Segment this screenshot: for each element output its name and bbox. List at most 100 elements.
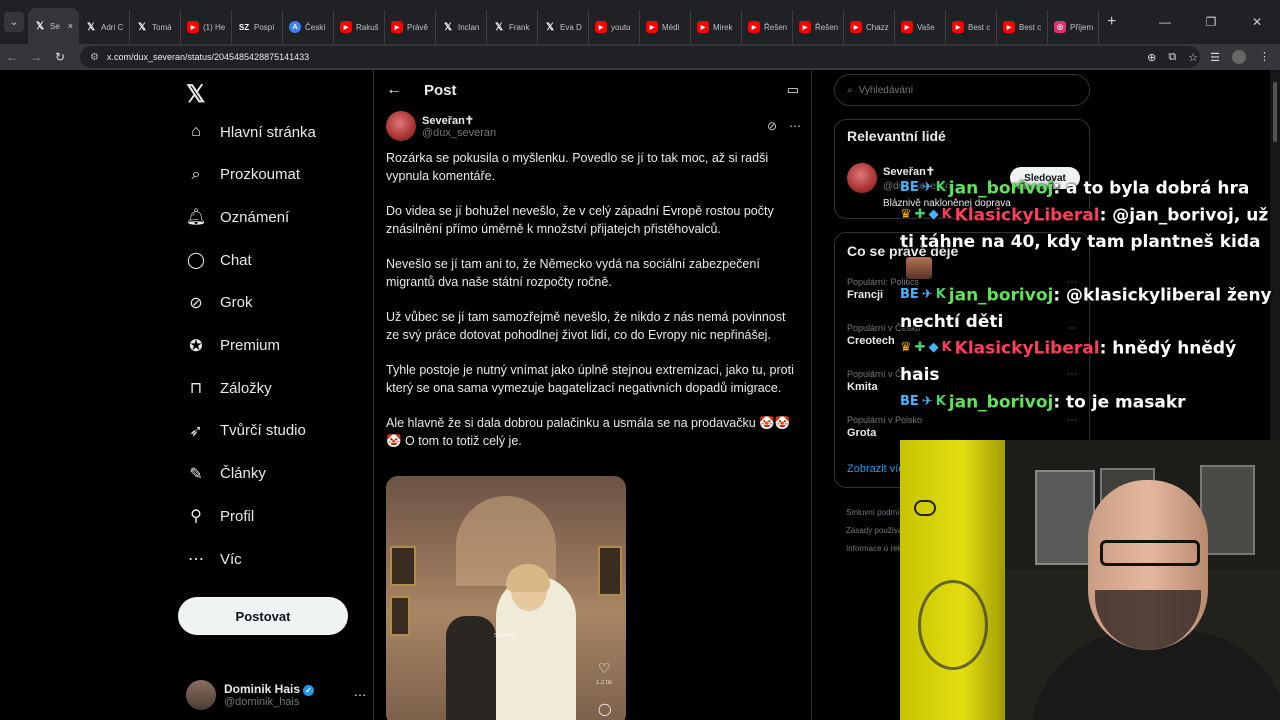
nav-item[interactable]: ⌂ Hlavní stránka	[186, 122, 316, 142]
maximize-button[interactable]: ❐	[1188, 15, 1234, 29]
browser-tab[interactable]: SZ Pospí	[232, 10, 283, 44]
url-field[interactable]: ⚙ x.com/dux_severan/status/2045485428875…	[80, 46, 1200, 68]
post-video[interactable]: s tema ♡ 1.2 tis ◯	[386, 476, 626, 720]
tab-label: Rakuš	[356, 22, 379, 32]
back-arrow-icon[interactable]: ←	[0, 50, 24, 64]
more-icon[interactable]: ⋯	[789, 119, 801, 133]
poster	[1035, 470, 1095, 565]
search-input[interactable]: ⌕ Vyhledávání	[834, 74, 1090, 106]
chat-badge-icon: ♛	[900, 340, 912, 356]
site-icon: SZ	[238, 22, 250, 32]
browser-tab[interactable]: ▶ Médi	[640, 10, 691, 44]
browser-tab[interactable]: 𝕏 Se ×	[28, 8, 79, 44]
browser-tab[interactable]: ▶ Chazz	[844, 10, 895, 44]
nav-item-label: Víc	[220, 550, 242, 568]
browser-tab[interactable]: ▶ Řešen	[793, 10, 844, 44]
post-button[interactable]: Postovat	[178, 597, 348, 635]
address-bar-row: ← → ↻ ⚙ x.com/dux_severan/status/2045485…	[0, 44, 1280, 70]
browser-tab[interactable]: ▶ Rakuš	[334, 10, 385, 44]
nav-item-label: Oznámení	[220, 208, 290, 226]
author-handle[interactable]: @dux_severan	[422, 127, 496, 139]
nav-item[interactable]: 🔔︎ Oznámení	[186, 207, 289, 227]
chat-username: jan_borivoj	[948, 392, 1054, 413]
chat-badge-icon: BE	[900, 180, 919, 195]
account-name-row: Dominik Hais ✓	[224, 682, 315, 696]
tab-label: Pospí	[254, 22, 275, 32]
nav-item[interactable]: ⌕ Prozkoumat	[186, 165, 301, 185]
nav-item[interactable]: ⊓ Záložky	[186, 378, 272, 398]
browser-tab[interactable]: A Českí	[283, 10, 334, 44]
new-tab-button[interactable]: +	[1107, 13, 1116, 31]
post-paragraph: Tyhle postoje je nutný vnímat jako úplně…	[386, 363, 794, 395]
nav-item[interactable]: ◯ Chat	[186, 250, 252, 270]
minimize-button[interactable]: —	[1142, 15, 1188, 29]
chat-message: BE ✈ Kjan_borivoj: a to byla dobrá hra	[900, 175, 1280, 202]
profile-icon: ⚲	[190, 508, 202, 526]
close-tab-icon[interactable]: ×	[68, 21, 73, 31]
heart-icon[interactable]: ♡	[598, 660, 611, 677]
browser-tab[interactable]: ▶ Právě	[385, 10, 436, 44]
nav-item[interactable]: ⚲ Profil	[186, 506, 254, 526]
account-name: Dominik Hais	[224, 682, 301, 696]
account-switcher[interactable]: Dominik Hais ✓ @dominik_hais ⋯	[186, 680, 366, 710]
more-icon[interactable]: ⋯	[354, 688, 366, 702]
reader-mode-icon[interactable]: ▭	[787, 82, 799, 98]
browser-tab[interactable]: ▶ Vaše	[895, 10, 946, 44]
youtube-icon: ▶	[595, 21, 607, 33]
browser-menu-icon[interactable]: ⋮	[1259, 50, 1270, 63]
show-more-link[interactable]: Zobrazit víc	[847, 463, 904, 475]
avatar[interactable]	[847, 163, 877, 193]
trend-item[interactable]: Populární v Polsko Grota ⋯	[847, 415, 1077, 439]
nav-item[interactable]: ✎ Články	[186, 464, 266, 484]
tab-label: Chazz	[866, 22, 889, 32]
browser-tab[interactable]: ▶ Best c	[946, 10, 997, 44]
post-tools: ⊘ ⋯	[767, 119, 801, 133]
tab-label: (1) He	[203, 22, 226, 32]
browser-tab[interactable]: 𝕏 Tomá	[130, 10, 181, 44]
install-icon[interactable]: ⧉	[1168, 51, 1176, 64]
extensions-icon[interactable]: ☰	[1210, 51, 1220, 64]
scrollbar-thumb[interactable]	[1273, 82, 1277, 142]
close-window-button[interactable]: ✕	[1234, 15, 1280, 29]
rocket-icon: ➶	[189, 422, 203, 440]
nav-item[interactable]: ✪ Premium	[186, 336, 280, 356]
browser-tab[interactable]: 𝕏 Eva D	[538, 10, 589, 44]
avatar[interactable]	[386, 111, 416, 141]
browser-tab[interactable]: 𝕏 Inclan	[436, 10, 487, 44]
nav-item-label: Tvůrčí studio	[220, 422, 306, 440]
browser-tab[interactable]: 𝕏 Adri C	[79, 10, 130, 44]
reload-icon[interactable]: ↻	[48, 50, 72, 64]
grok-icon[interactable]: ⊘	[767, 119, 777, 133]
author-name[interactable]: Seveřan✝	[422, 114, 496, 127]
browser-tab[interactable]: ▶ youtu	[589, 10, 640, 44]
nav-item[interactable]: ➶ Tvůrčí studio	[186, 421, 306, 441]
x-logo-icon[interactable]: 𝕏	[186, 80, 205, 109]
tab-label: Se	[50, 21, 60, 31]
bookmark-star-icon[interactable]: ☆	[1188, 51, 1198, 64]
like-count: 1.2 tis	[596, 680, 613, 686]
zoom-icon[interactable]: ⊕	[1147, 51, 1156, 64]
avatar	[186, 680, 216, 710]
forward-arrow-icon[interactable]: →	[24, 50, 48, 64]
browser-tab[interactable]: 𝕏 Frank	[487, 10, 538, 44]
browser-tab[interactable]: ◎ Příjem	[1048, 10, 1099, 44]
browser-tab[interactable]: ▶ Best c	[997, 10, 1048, 44]
nav-item[interactable]: ⋯ Víc	[186, 549, 242, 569]
nav-item[interactable]: ⊘ Grok	[186, 293, 252, 313]
back-arrow-icon[interactable]: ←	[386, 81, 402, 99]
more-icon: ⋯	[188, 551, 204, 568]
more-icon[interactable]: ⋯	[1067, 415, 1077, 426]
browser-tab[interactable]: ▶ Mirek	[691, 10, 742, 44]
youtube-icon: ▶	[850, 21, 862, 33]
tab-strip: 𝕏 Se × 𝕏 Adri C 𝕏 Tomá ▶ (1) He SZ Pospí A Českí ▶ Rak…	[28, 0, 1099, 44]
comment-icon[interactable]: ◯	[598, 702, 611, 716]
profile-avatar-icon[interactable]	[1232, 50, 1246, 64]
browser-tab[interactable]: ▶ Řešen	[742, 10, 793, 44]
chat-badge-icon: BE	[900, 393, 919, 409]
post-paragraph: Nevešlo se jí tam ani to, že Německo vyd…	[386, 257, 760, 289]
site-info-icon[interactable]: ⚙	[90, 52, 99, 63]
flag-logo	[914, 500, 936, 516]
painting	[390, 546, 416, 586]
browser-tab[interactable]: ▶ (1) He	[181, 10, 232, 44]
tab-search-icon[interactable]: ⌄	[4, 12, 24, 32]
